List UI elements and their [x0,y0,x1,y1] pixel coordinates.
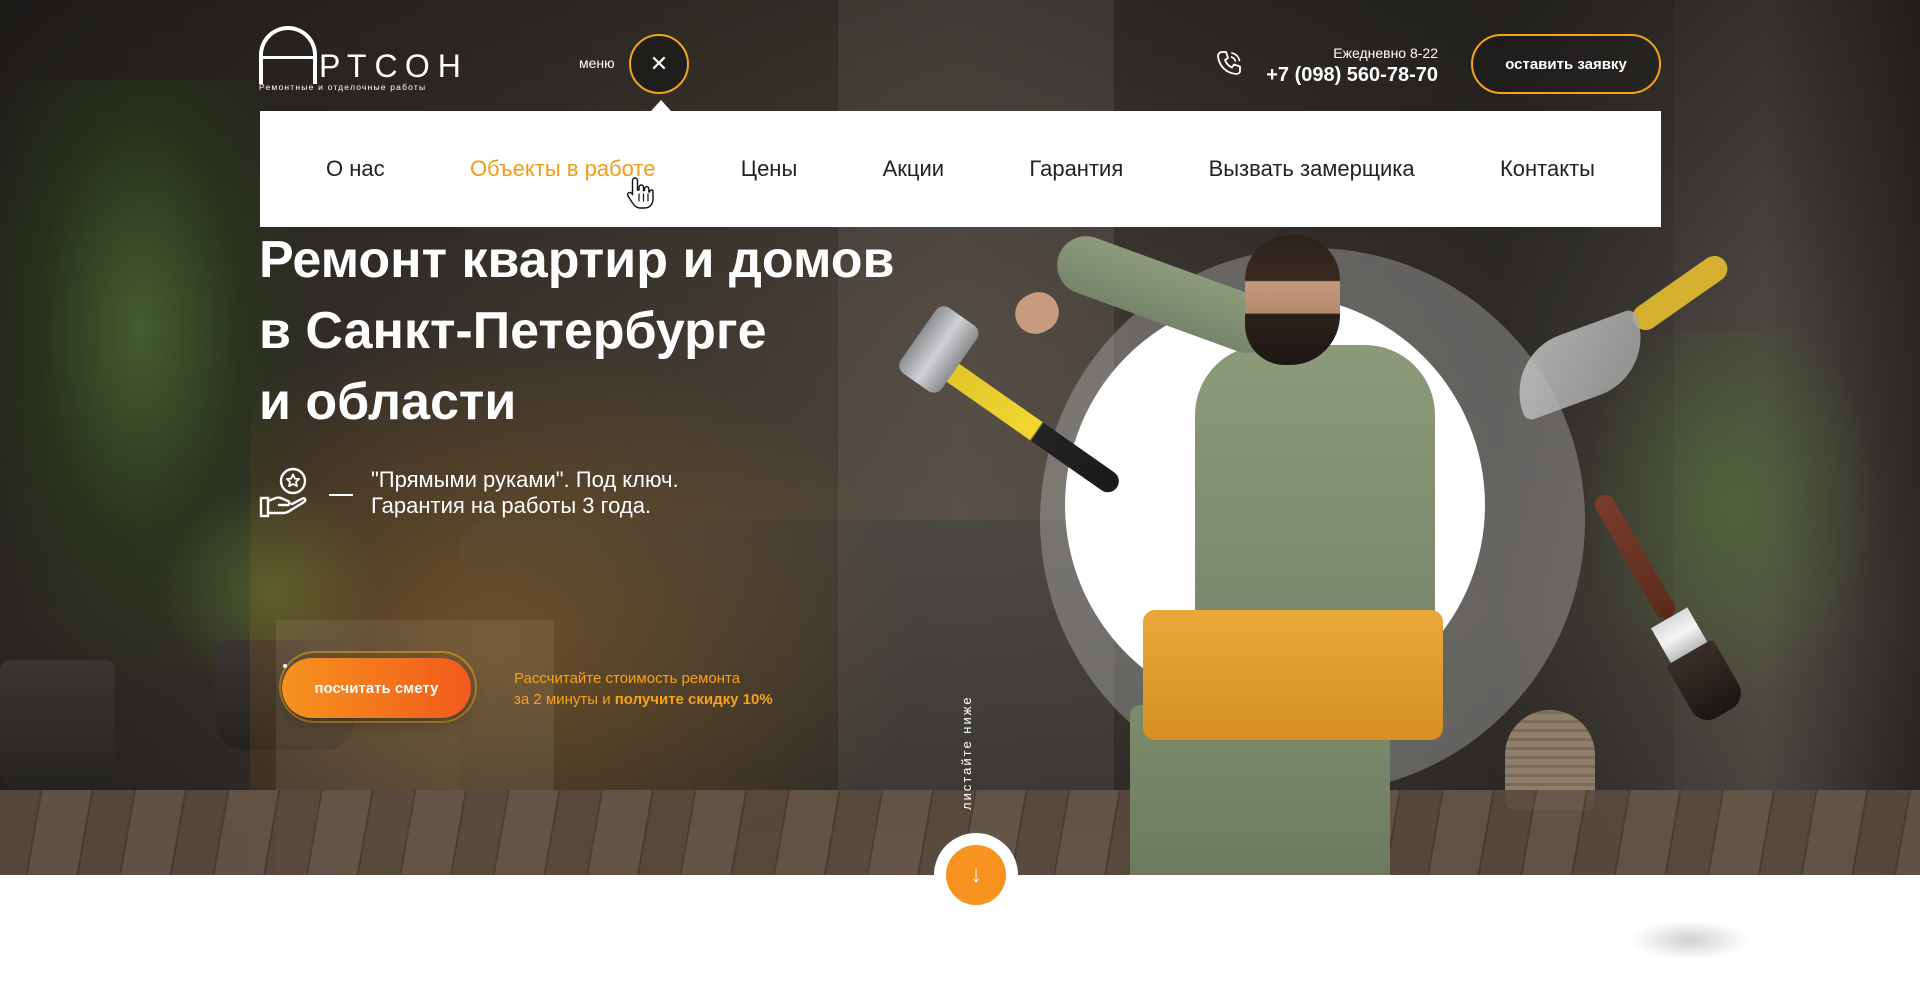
calculate-estimate-button[interactable]: посчитать смету [282,658,471,718]
nav-item-promotions[interactable]: Акции [883,156,944,182]
nav-item-call-measurer[interactable]: Вызвать замерщика [1209,156,1415,182]
working-hours: Ежедневно 8-22 [1333,45,1438,61]
menu-caret [651,100,671,111]
menu-close-button[interactable]: ✕ [629,34,689,94]
logo-tagline: Ремонтные и отделочные работы [259,82,427,92]
hero-title-line: и области [259,373,517,431]
menu-label: меню [579,55,615,71]
logo[interactable]: РТСОН Ремонтные и отделочные работы [259,26,479,92]
nav-item-prices[interactable]: Цены [741,156,797,182]
arrow-down-icon: ↓ [970,861,982,888]
discount-highlight: получите скидку 10% [614,691,773,708]
logo-text: РТСОН [319,48,469,84]
hero-title-line: Ремонт квартир и домов [259,231,895,289]
pointer-hand-icon [626,177,654,209]
calc-note: Рассчитайте стоимость ремонта за 2 минут… [514,670,773,708]
nav-item-about[interactable]: О нас [326,156,385,182]
nav-item-warranty[interactable]: Гарантия [1029,156,1123,182]
scroll-hint: листайте ниже [959,695,974,810]
phone-number[interactable]: +7 (098) 560-78-70 [1220,64,1438,87]
nav-item-contacts[interactable]: Контакты [1500,156,1595,182]
hero-title: Ремонт квартир и домов в Санкт-Петербург… [259,225,979,438]
feature-divider [329,494,353,496]
tool-belt [1143,610,1443,740]
hero-title-line: в Санкт-Петербурге [259,302,767,360]
request-button[interactable]: оставить заявку [1471,34,1661,94]
feature-text: "Прямыми руками". Под ключ. Гарантия на … [371,467,679,518]
scroll-down-button[interactable]: ↓ [946,845,1006,905]
hand-star-icon [259,467,307,518]
main-menu: О нас Объекты в работе Цены Акции Гарант… [260,111,1661,227]
close-icon: ✕ [649,51,669,76]
logo-letter-a [259,26,317,84]
worker-image [1008,225,1485,875]
